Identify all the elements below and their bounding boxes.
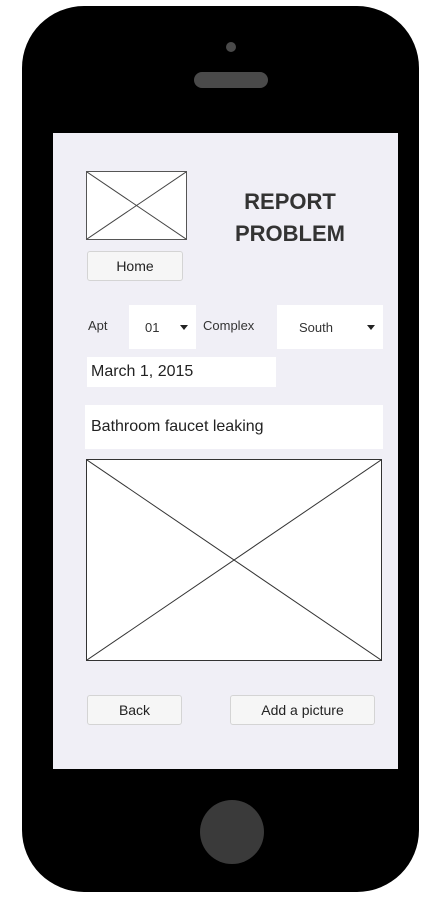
complex-select-value: South <box>299 319 333 335</box>
photo-placeholder <box>86 459 382 661</box>
logo-image-placeholder <box>86 171 187 240</box>
page-title: REPORT PROBLEM <box>235 189 345 246</box>
apt-select[interactable]: 01 <box>129 305 196 349</box>
camera-dot <box>226 42 236 52</box>
add-picture-button[interactable]: Add a picture <box>230 695 375 725</box>
date-field[interactable]: March 1, 2015 <box>87 357 276 387</box>
image-placeholder-icon <box>87 172 186 239</box>
chevron-down-icon <box>367 325 375 330</box>
complex-label: Complex <box>203 318 255 333</box>
description-field[interactable]: Bathroom faucet leaking <box>85 405 383 449</box>
chevron-down-icon <box>180 325 188 330</box>
apt-select-value: 01 <box>145 319 160 335</box>
image-placeholder-icon <box>87 460 381 660</box>
back-button[interactable]: Back <box>87 695 182 725</box>
home-button[interactable]: Home <box>87 251 183 281</box>
apt-label: Apt <box>88 318 108 333</box>
complex-select[interactable]: South <box>277 305 383 349</box>
hardware-home-button[interactable] <box>200 800 264 864</box>
speaker-grille <box>194 72 268 88</box>
